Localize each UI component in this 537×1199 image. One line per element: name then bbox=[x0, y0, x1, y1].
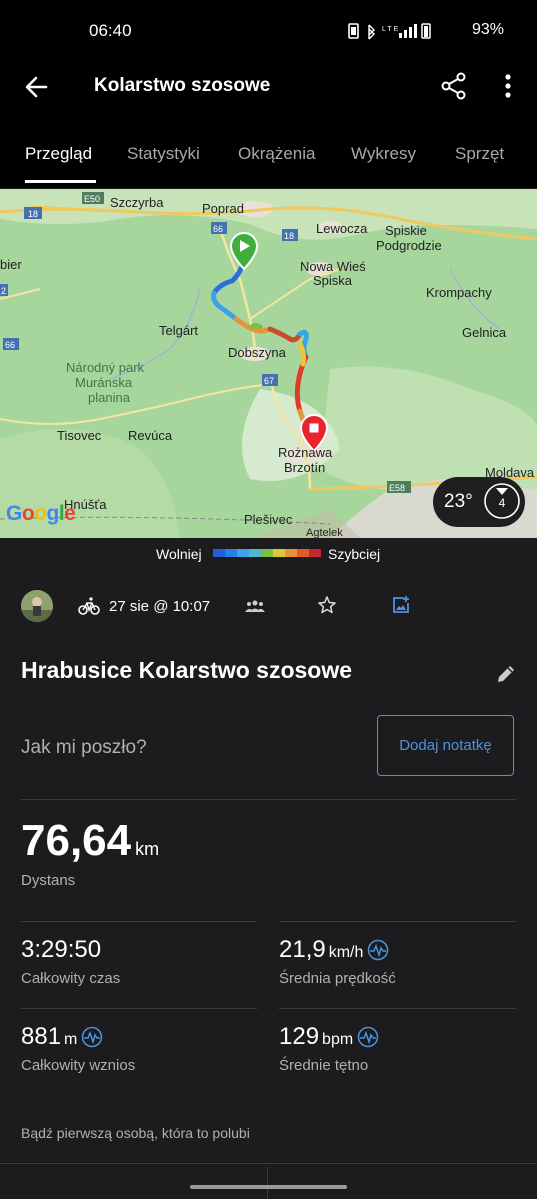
active-tab-indicator bbox=[25, 180, 96, 183]
svg-text:18: 18 bbox=[284, 231, 294, 241]
svg-text:Brzotín: Brzotín bbox=[284, 460, 325, 475]
more-vert-icon[interactable] bbox=[496, 69, 520, 103]
avg-hr-unit: bpm bbox=[322, 1031, 354, 1048]
divider bbox=[21, 799, 516, 800]
avg-hr-value: 129 bbox=[279, 1023, 320, 1050]
total-ascent-stat: 881 m Całkowity wznios bbox=[21, 1023, 135, 1074]
weather-temperature: 23° bbox=[444, 491, 473, 512]
people-icon[interactable] bbox=[245, 598, 265, 614]
svg-text:bier: bier bbox=[0, 257, 22, 272]
svg-text:Rożnawa: Rożnawa bbox=[278, 445, 333, 460]
speed-legend: Wolniej Szybciej bbox=[0, 538, 537, 570]
tab-gear[interactable]: Sprzęt bbox=[455, 144, 504, 164]
battery-level: 93% bbox=[471, 21, 504, 38]
tab-laps[interactable]: Okrążenia bbox=[238, 144, 315, 164]
distance-stat: 76,64 km bbox=[21, 816, 159, 866]
share-icon[interactable] bbox=[437, 69, 471, 103]
svg-text:Nowa Wieś: Nowa Wieś bbox=[300, 259, 366, 274]
edit-icon[interactable] bbox=[495, 663, 517, 685]
speed-gradient-bar bbox=[213, 549, 321, 557]
divider bbox=[21, 921, 257, 922]
svg-text:Revúca: Revúca bbox=[128, 428, 173, 443]
avg-speed-value: 21,9 bbox=[279, 936, 326, 963]
divider bbox=[279, 921, 516, 922]
app-bar: Kolarstwo szosowe bbox=[0, 62, 537, 114]
page-title: Kolarstwo szosowe bbox=[94, 75, 271, 96]
svg-text:LTE: LTE bbox=[382, 26, 400, 33]
svg-text:66: 66 bbox=[5, 340, 15, 350]
svg-text:E50: E50 bbox=[84, 194, 100, 204]
svg-text:Podgrodzie: Podgrodzie bbox=[376, 238, 442, 253]
activity-meta-row: 27 sie @ 10:07 bbox=[0, 580, 537, 634]
add-note-button[interactable]: Dodaj notatkę bbox=[377, 715, 514, 776]
likes-text[interactable]: Bądź pierwszą osobą, która to polubi bbox=[21, 1125, 250, 1141]
activity-date: 27 sie @ 10:07 bbox=[109, 598, 211, 615]
svg-text:67: 67 bbox=[264, 376, 274, 386]
total-time-label: Całkowity czas bbox=[21, 970, 121, 987]
legend-fast-label: Szybciej bbox=[328, 546, 381, 562]
heart-wave-icon[interactable] bbox=[81, 1026, 103, 1048]
svg-text:Národný park: Národný park bbox=[66, 360, 145, 375]
avg-hr-label: Średnie tętno bbox=[279, 1057, 369, 1074]
divider bbox=[0, 1163, 537, 1164]
distance-label: Dystans bbox=[21, 872, 76, 889]
wind-direction-icon: 4 bbox=[484, 483, 520, 519]
avg-speed-unit: km/h bbox=[328, 944, 364, 961]
svg-text:2: 2 bbox=[1, 286, 6, 296]
avg-hr-stat: 129 bpm Średnie tętno bbox=[279, 1023, 379, 1074]
total-ascent-unit: m bbox=[64, 1031, 78, 1048]
svg-text:E58: E58 bbox=[389, 483, 405, 493]
status-time: 06:40 bbox=[89, 21, 132, 40]
status-system-icons: LTE bbox=[347, 22, 445, 43]
tab-bar: Przegląd Statystyki Okrążenia Wykresy Sp… bbox=[0, 114, 537, 188]
svg-text:Plešivec: Plešivec bbox=[244, 512, 293, 527]
total-time-stat: 3:29:50 Całkowity czas bbox=[21, 936, 120, 987]
svg-text:Telgárt: Telgárt bbox=[159, 323, 198, 338]
route-map[interactable]: E50 Szczyrba Poprad 18 66 Lewocza Spiski… bbox=[0, 189, 537, 538]
home-indicator[interactable] bbox=[190, 1185, 347, 1189]
heart-wave-icon[interactable] bbox=[357, 1026, 379, 1048]
tab-overview[interactable]: Przegląd bbox=[25, 144, 92, 164]
svg-text:Gelnica: Gelnica bbox=[462, 325, 507, 340]
total-ascent-label: Całkowity wznios bbox=[21, 1057, 136, 1074]
total-ascent-value: 881 bbox=[21, 1023, 62, 1050]
distance-value: 76,64 bbox=[21, 816, 132, 865]
svg-text:Poprad: Poprad bbox=[202, 201, 244, 216]
back-arrow-icon[interactable] bbox=[20, 70, 54, 104]
svg-text:planina: planina bbox=[88, 390, 131, 405]
status-bar: 06:40 LTE 93% bbox=[0, 0, 537, 62]
svg-text:Krompachy: Krompachy bbox=[426, 285, 492, 300]
svg-text:Spiska: Spiska bbox=[313, 273, 353, 288]
svg-text:18: 18 bbox=[28, 209, 38, 219]
google-logo: Google bbox=[6, 502, 76, 525]
legend-slow-label: Wolniej bbox=[156, 546, 202, 562]
tab-charts[interactable]: Wykresy bbox=[351, 144, 416, 164]
divider bbox=[279, 1008, 516, 1009]
bottom-separator bbox=[267, 1167, 268, 1199]
add-photo-icon[interactable] bbox=[391, 595, 411, 615]
svg-text:Dobszyna: Dobszyna bbox=[228, 345, 287, 360]
avatar[interactable] bbox=[21, 590, 53, 622]
svg-text:Szczyrba: Szczyrba bbox=[110, 195, 164, 210]
heart-wave-icon[interactable] bbox=[367, 939, 389, 961]
star-icon[interactable] bbox=[317, 595, 337, 615]
weather-badge[interactable]: 23° 4 bbox=[433, 477, 525, 527]
svg-text:Tisovec: Tisovec bbox=[57, 428, 102, 443]
avg-speed-stat: 21,9 km/h Średnia prędkość bbox=[279, 936, 396, 987]
divider bbox=[21, 1008, 257, 1009]
total-time-value: 3:29:50 bbox=[21, 936, 102, 963]
avg-speed-label: Średnia prędkość bbox=[279, 970, 396, 987]
activity-title: Hrabusice Kolarstwo szosowe bbox=[21, 657, 353, 683]
distance-unit: km bbox=[135, 839, 160, 859]
svg-text:Agtelek: Agtelek bbox=[306, 527, 343, 538]
svg-text:4: 4 bbox=[499, 496, 506, 510]
tab-statistics[interactable]: Statystyki bbox=[127, 144, 200, 164]
svg-text:Lewocza: Lewocza bbox=[316, 221, 368, 236]
svg-text:66: 66 bbox=[213, 224, 223, 234]
note-prompt: Jak mi poszło? bbox=[21, 737, 147, 758]
bike-icon bbox=[78, 597, 100, 615]
svg-text:Muránska: Muránska bbox=[75, 375, 133, 390]
svg-text:Spiskie: Spiskie bbox=[385, 223, 427, 238]
